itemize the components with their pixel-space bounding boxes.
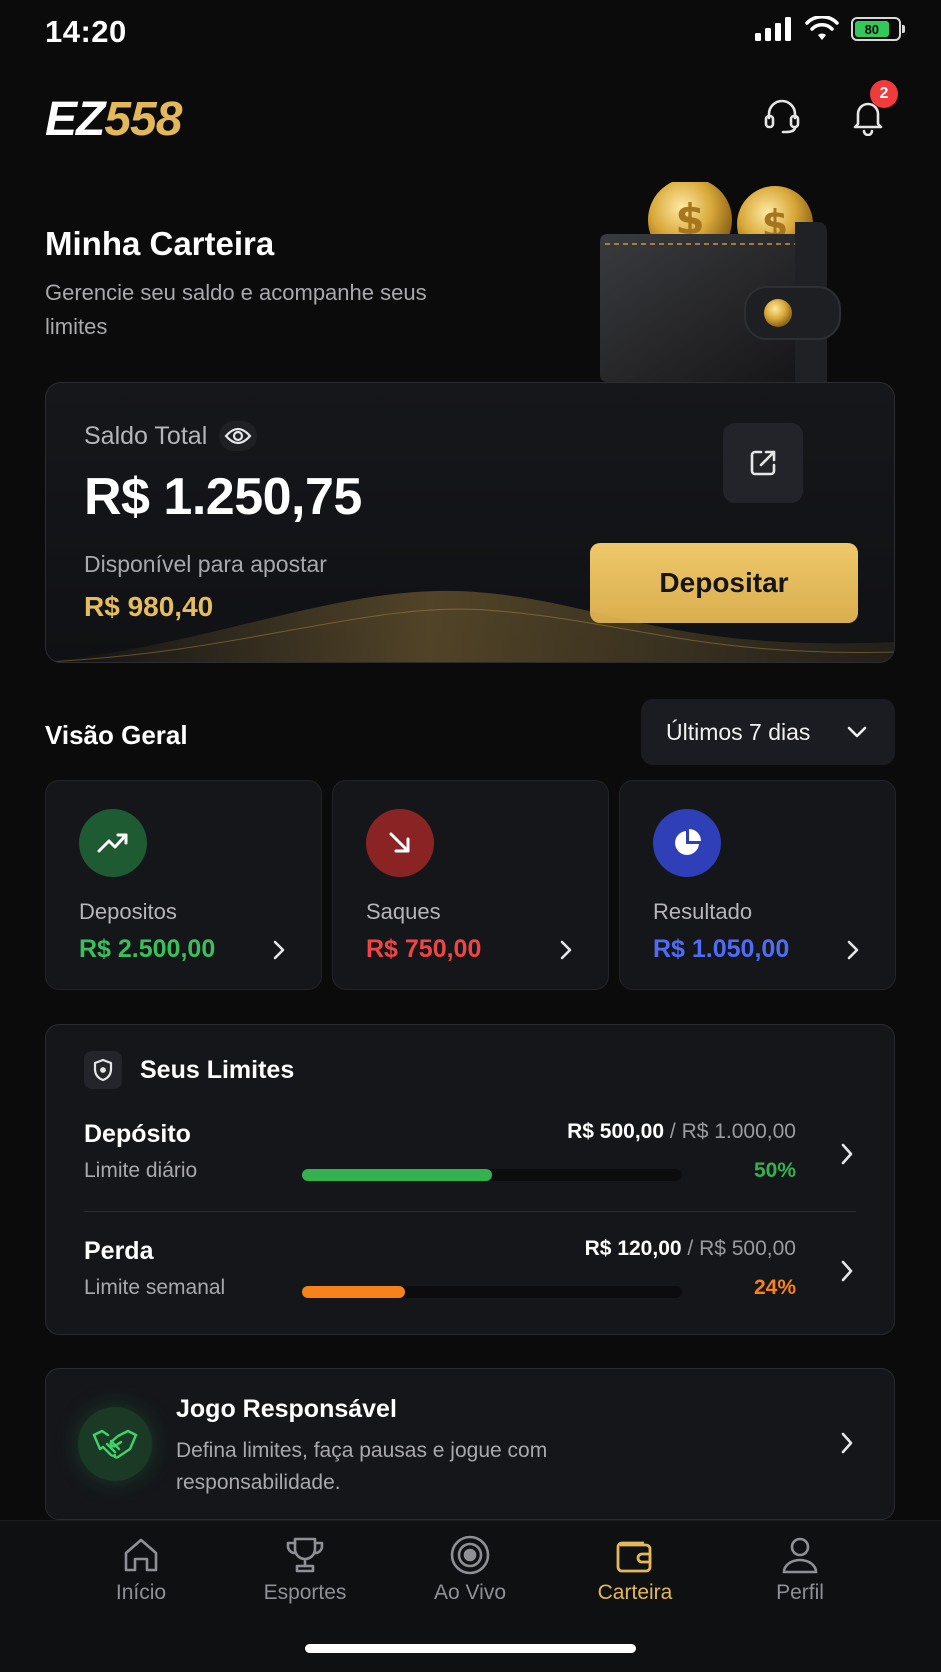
card-wave-decoration bbox=[46, 590, 894, 662]
page-subtitle: Gerencie seu saldo e acompanhe seus limi… bbox=[45, 280, 427, 339]
nav-label: Carteira bbox=[597, 1581, 673, 1604]
arrow-down-right-icon bbox=[366, 809, 434, 877]
stat-card-withdrawals[interactable]: Saques R$ 750,00 bbox=[332, 780, 609, 990]
home-indicator bbox=[305, 1644, 636, 1653]
period-select[interactable]: Últimos 7 dias bbox=[641, 699, 895, 765]
limit-used: R$ 120,00 bbox=[584, 1237, 682, 1260]
limit-name: Depósito bbox=[84, 1120, 191, 1148]
nav-label: Esportes bbox=[263, 1581, 347, 1604]
limit-period: Limite semanal bbox=[84, 1276, 226, 1299]
share-button[interactable] bbox=[723, 423, 803, 503]
responsible-title: Jogo Responsável bbox=[176, 1395, 397, 1423]
balance-label-row: Saldo Total bbox=[84, 421, 258, 451]
limit-total: R$ 1.000,00 bbox=[681, 1120, 796, 1143]
nav-label: Ao Vivo bbox=[434, 1581, 506, 1604]
limits-divider bbox=[84, 1211, 856, 1212]
trophy-icon bbox=[286, 1537, 324, 1573]
handshake-icon bbox=[78, 1407, 152, 1481]
nav-item-home[interactable]: Início bbox=[71, 1535, 211, 1605]
responsible-description: Defina limites, faça pausas e jogue com … bbox=[176, 1439, 548, 1494]
stat-value: R$ 1.050,00 bbox=[653, 935, 790, 963]
stat-card-result[interactable]: Resultado R$ 1.050,00 bbox=[619, 780, 896, 990]
shield-icon bbox=[84, 1051, 122, 1089]
stat-label: Resultado bbox=[653, 899, 753, 924]
overview-title: Visão Geral bbox=[45, 720, 188, 750]
notification-badge: 2 bbox=[870, 80, 898, 108]
stat-label: Depositos bbox=[79, 899, 177, 924]
limit-percent: 24% bbox=[753, 1276, 796, 1299]
chevron-right-icon bbox=[841, 1432, 853, 1454]
stat-value: R$ 750,00 bbox=[366, 935, 482, 963]
nav-label: Perfil bbox=[776, 1581, 824, 1604]
limits-header: Seus Limites bbox=[84, 1051, 294, 1089]
balance-label: Saldo Total bbox=[84, 421, 208, 450]
limit-progress-fill bbox=[302, 1169, 492, 1181]
limit-used: R$ 500,00 bbox=[567, 1120, 665, 1143]
nav-item-live[interactable]: Ao Vivo bbox=[400, 1535, 540, 1605]
limit-name: Perda bbox=[84, 1237, 154, 1265]
limit-progress-track bbox=[302, 1169, 682, 1181]
nav-item-sports[interactable]: Esportes bbox=[235, 1535, 375, 1605]
limit-progress-track bbox=[302, 1286, 682, 1298]
limit-amount: R$ 120,00 / R$ 500,00 bbox=[585, 1237, 796, 1261]
headset-icon bbox=[764, 99, 800, 134]
limits-title: Seus Limites bbox=[140, 1055, 295, 1084]
signal-icon bbox=[755, 17, 791, 41]
limit-separator: / bbox=[681, 1237, 700, 1260]
limit-progress-fill bbox=[302, 1286, 405, 1298]
chevron-right-icon bbox=[847, 940, 859, 960]
notifications-button[interactable]: 2 bbox=[840, 80, 898, 144]
logo-part-1: EZ bbox=[45, 93, 105, 146]
limit-separator: / bbox=[664, 1120, 682, 1143]
nav-item-profile[interactable]: Perfil bbox=[730, 1535, 870, 1605]
chevron-right-icon[interactable] bbox=[840, 1142, 854, 1166]
status-time: 14:20 bbox=[45, 14, 127, 49]
balance-value: R$ 1.250,75 bbox=[84, 468, 362, 526]
battery-icon: 80 bbox=[851, 17, 905, 41]
wallet-icon bbox=[616, 1541, 652, 1573]
chevron-right-icon[interactable] bbox=[840, 1259, 854, 1283]
support-button[interactable] bbox=[754, 88, 810, 144]
chevron-right-icon bbox=[273, 940, 285, 960]
responsible-gaming-card[interactable]: Jogo Responsável Defina limites, faça pa… bbox=[45, 1368, 895, 1520]
limit-percent: 50% bbox=[753, 1159, 796, 1182]
battery-level: 80 bbox=[855, 21, 889, 37]
status-icons: 80 bbox=[755, 16, 905, 42]
limit-total: R$ 500,00 bbox=[699, 1237, 796, 1260]
wallet-illustration-icon: $ $ bbox=[600, 182, 841, 382]
limit-amount: R$ 500,00 / R$ 1.000,00 bbox=[567, 1120, 796, 1144]
app-logo[interactable]: EZ 558 bbox=[45, 92, 182, 147]
logo-part-2: 558 bbox=[104, 93, 182, 146]
live-broadcast-icon bbox=[450, 1535, 490, 1575]
user-icon bbox=[782, 1537, 818, 1574]
page-title: Minha Carteira bbox=[45, 225, 275, 262]
chevron-down-icon bbox=[847, 726, 867, 738]
home-icon bbox=[124, 1538, 158, 1572]
eye-icon bbox=[224, 427, 252, 445]
limit-period: Limite diário bbox=[84, 1159, 198, 1182]
trending-up-icon bbox=[79, 809, 147, 877]
period-value: Últimos 7 dias bbox=[666, 718, 811, 745]
nav-item-wallet[interactable]: Carteira bbox=[565, 1535, 705, 1605]
external-link-icon bbox=[750, 450, 776, 476]
limits-card: Seus Limites Depósito Limite diário R$ 5… bbox=[45, 1024, 895, 1335]
nav-label: Início bbox=[115, 1581, 167, 1604]
pie-chart-icon bbox=[653, 809, 721, 877]
chevron-right-icon bbox=[560, 940, 572, 960]
stat-label: Saques bbox=[366, 899, 441, 924]
stat-value: R$ 2.500,00 bbox=[79, 935, 216, 963]
balance-card: Saldo Total R$ 1.250,75 Disponível para … bbox=[45, 382, 895, 663]
toggle-visibility-button[interactable] bbox=[219, 421, 258, 451]
wifi-icon bbox=[805, 16, 839, 40]
stat-card-deposits[interactable]: Depositos R$ 2.500,00 bbox=[45, 780, 322, 990]
